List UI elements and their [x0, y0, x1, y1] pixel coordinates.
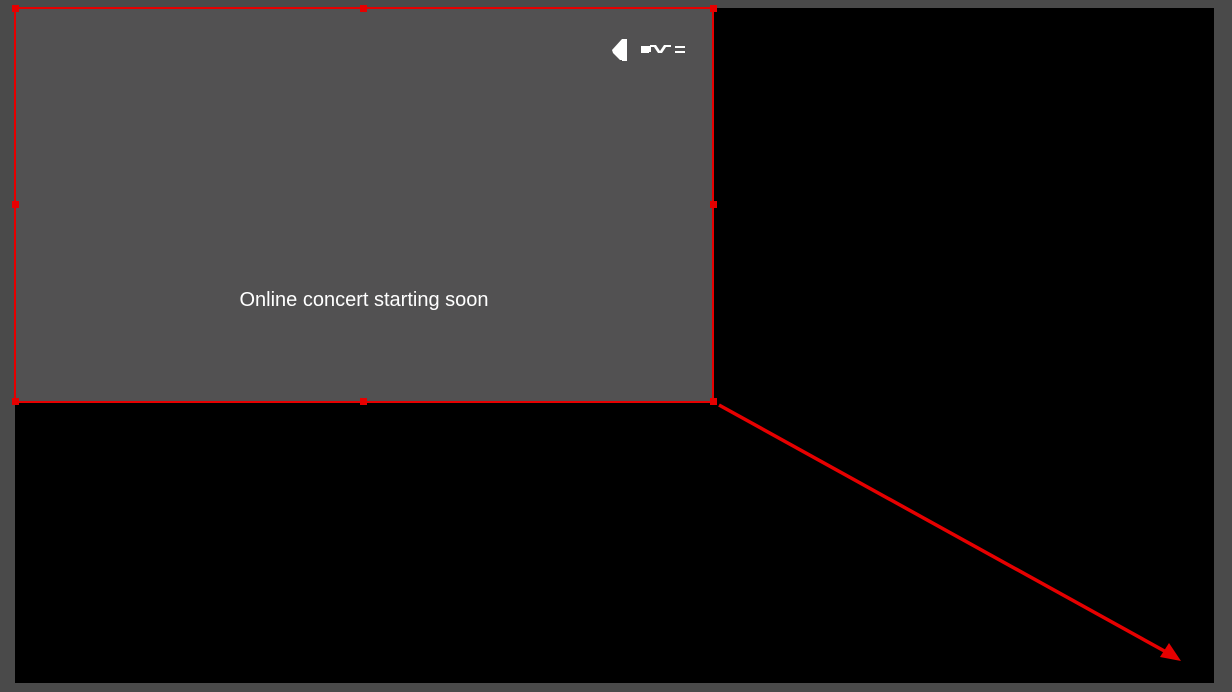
resize-handle-bottom-center[interactable]: [360, 398, 367, 405]
resize-handle-top-center[interactable]: [360, 5, 367, 12]
resize-handle-middle-right[interactable]: [710, 201, 717, 208]
resize-handle-bottom-left[interactable]: [12, 398, 19, 405]
resize-handle-middle-left[interactable]: [12, 201, 19, 208]
selection-box[interactable]: [14, 7, 714, 403]
resize-handle-top-left[interactable]: [12, 5, 19, 12]
resize-handle-top-right[interactable]: [710, 5, 717, 12]
resize-handle-bottom-right[interactable]: [710, 398, 717, 405]
